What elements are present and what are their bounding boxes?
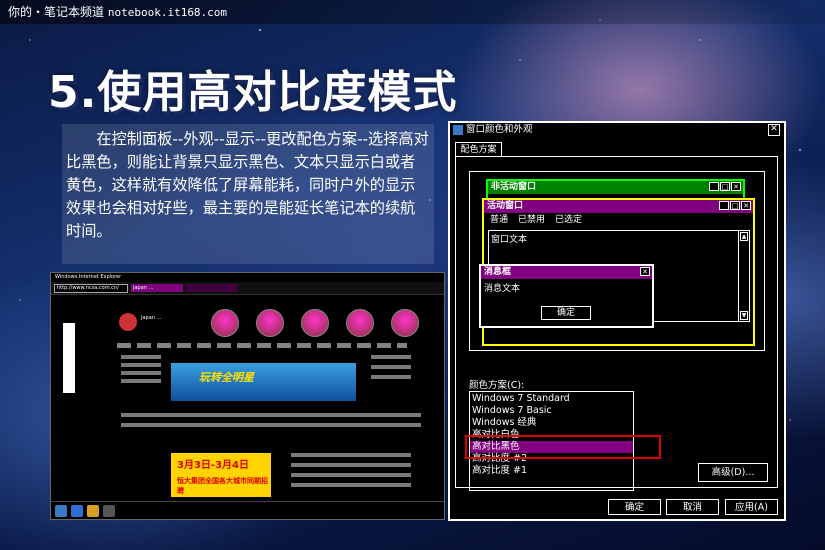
folder-icon [87, 504, 99, 517]
site-logo-text: Japan ... [141, 315, 162, 321]
tab-color-scheme[interactable]: 配色方案 [455, 142, 502, 157]
browser-tab: Japan ... [131, 284, 183, 292]
text-line [291, 453, 411, 457]
site-name: 你的・笔记本频道 [8, 5, 105, 19]
photo-circle-icon [301, 309, 329, 337]
text-line [121, 363, 161, 367]
text-line [371, 375, 411, 379]
scheme-item[interactable]: Windows 经典 [470, 417, 633, 429]
browser-banner: 玩转全明星 [171, 363, 356, 401]
text-line [121, 371, 161, 375]
description-text: 在控制面板--外观--显示--更改配色方案--选择高对比黑色，则能让背景只显示黑… [62, 124, 434, 264]
site-header: 你的・笔记本频道 notebook.it168.com [0, 0, 825, 24]
maximize-icon: □ [720, 182, 730, 191]
menu-item-normal: 普通 [490, 215, 509, 225]
message-box-buttons: ✕ [640, 267, 650, 276]
browser-title: Windows Internet Explorer [51, 273, 444, 282]
active-window-menu: 普通 已禁用 已选定 [484, 213, 753, 227]
browser-nav-row [117, 343, 407, 348]
scheme-item[interactable]: 高对比度 #1 [470, 465, 633, 477]
photo-circle-icon [346, 309, 374, 337]
dialog-titlebar: 窗口颜色和外观 ✕ [450, 123, 784, 137]
start-icon [55, 504, 67, 517]
dialog-panel: 非活动窗口 _ □ ✕ 活动窗口 _ □ ✕ 普通 已禁用 已选定 窗口文本 ▲… [455, 156, 778, 491]
text-line [291, 463, 411, 467]
text-line [291, 483, 411, 487]
dialog-app-icon [453, 125, 463, 135]
app-icon [103, 504, 115, 517]
site-logo-icon [119, 313, 137, 331]
text-line [371, 365, 411, 369]
inactive-window-title: 非活动窗口 [491, 182, 537, 192]
site-url: notebook.it168.com [107, 6, 228, 19]
scroll-up-icon: ▲ [740, 232, 748, 241]
browser-tab-2 [186, 284, 238, 292]
dialog-title: 窗口颜色和外观 [466, 124, 533, 135]
ok-button[interactable]: 确定 [608, 499, 661, 515]
preview-scrollbar: ▲ ▼ [738, 231, 749, 321]
browser-page: Japan ... 玩转全明星 3月3日-3月4日 恒大集团全国各大城市同期招聘 [51, 303, 444, 501]
active-window-title: 活动窗口 [487, 201, 524, 211]
message-ok-button: 确定 [541, 306, 591, 320]
scheme-label: 颜色方案(C): [469, 380, 525, 391]
menu-item-disabled: 已禁用 [518, 215, 546, 225]
close-icon[interactable]: ✕ [768, 124, 780, 136]
message-text: 消息文本 [484, 284, 521, 294]
text-line [121, 379, 161, 383]
selection-highlight-box [465, 435, 661, 459]
close-icon: ✕ [741, 201, 751, 210]
photo-circle-icon [391, 309, 419, 337]
browser-side-banner [63, 323, 75, 393]
message-box-titlebar: 消息框 ✕ [481, 266, 652, 279]
active-window-buttons: _ □ ✕ [719, 201, 751, 210]
text-line [121, 355, 161, 359]
minimize-icon: _ [709, 182, 719, 191]
preview-message-box: 消息框 ✕ 消息文本 确定 [479, 264, 654, 328]
text-line [121, 413, 421, 417]
window-color-dialog: 窗口颜色和外观 ✕ 配色方案 非活动窗口 _ □ ✕ 活动窗口 _ □ ✕ 普通… [448, 121, 786, 521]
apply-button[interactable]: 应用(A) [725, 499, 778, 515]
close-icon: ✕ [640, 267, 650, 276]
browser-ad: 3月3日-3月4日 恒大集团全国各大城市同期招聘 [171, 453, 271, 497]
inactive-window-buttons: _ □ ✕ [709, 182, 741, 191]
scheme-item[interactable]: Windows 7 Standard [470, 393, 633, 405]
browser-screenshot: Windows Internet Explorer http://www.ncs… [50, 272, 445, 520]
inactive-window-titlebar: 非活动窗口 _ □ ✕ [488, 181, 743, 194]
text-line [371, 355, 411, 359]
maximize-icon: □ [730, 201, 740, 210]
cancel-button[interactable]: 取消 [666, 499, 719, 515]
browser-address-bar: http://www.ncsa.com.cn/ Japan ... [51, 282, 444, 295]
scheme-preview: 非活动窗口 _ □ ✕ 活动窗口 _ □ ✕ 普通 已禁用 已选定 窗口文本 ▲… [469, 171, 765, 351]
ad-line-2: 恒大集团全国各大城市同期招聘 [177, 477, 268, 495]
browser-url: http://www.ncsa.com.cn/ [54, 283, 128, 293]
scroll-down-icon: ▼ [740, 311, 748, 320]
photo-circle-icon [256, 309, 284, 337]
scheme-item[interactable]: Windows 7 Basic [470, 405, 633, 417]
advanced-button[interactable]: 高级(D)... [698, 463, 768, 482]
browser-taskbar [51, 501, 444, 519]
ad-line-1: 3月3日-3月4日 [177, 460, 249, 471]
minimize-icon: _ [719, 201, 729, 210]
ie-icon [71, 504, 83, 517]
photo-circle-icon [211, 309, 239, 337]
window-text: 窗口文本 [491, 235, 528, 245]
page-title: 5.使用高对比度模式 [48, 67, 458, 118]
close-icon: ✕ [731, 182, 741, 191]
active-window-titlebar: 活动窗口 _ □ ✕ [484, 200, 753, 213]
text-line [291, 473, 411, 477]
menu-item-selected: 已选定 [555, 215, 583, 225]
message-box-title: 消息框 [484, 267, 512, 277]
text-line [121, 423, 421, 427]
banner-text: 玩转全明星 [199, 371, 254, 384]
